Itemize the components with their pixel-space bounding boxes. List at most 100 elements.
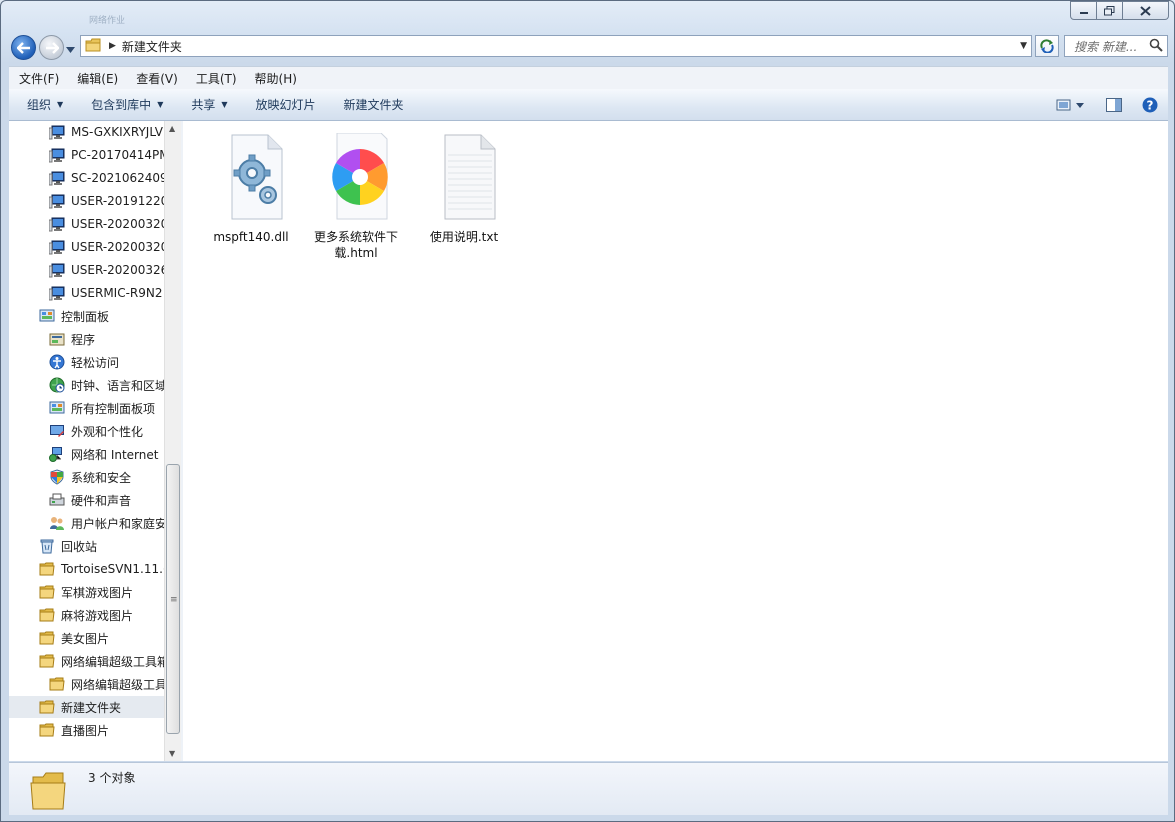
nav-item[interactable]: USER-20200320I (9, 236, 164, 258)
nav-item[interactable]: SC-20210624091 (9, 167, 164, 189)
menu-view[interactable]: 查看(V) (126, 70, 186, 87)
recent-pages-dropdown[interactable] (66, 42, 75, 56)
back-button[interactable] (11, 35, 36, 60)
nav-item-label: USERMIC-R9N2! (71, 286, 164, 300)
nav-item[interactable]: MS-GXKIXRYJLV (9, 121, 164, 143)
arrow-left-icon (16, 41, 30, 54)
chevron-down-icon (66, 47, 75, 53)
file-item[interactable]: 更多系统软件下载.html (306, 132, 406, 261)
close-icon (1140, 5, 1151, 16)
help-button[interactable]: ? (1142, 97, 1158, 113)
breadcrumb-separator-icon[interactable]: ▶ (109, 41, 116, 51)
users-icon (49, 515, 65, 531)
organize-label: 组织 (27, 98, 52, 112)
nav-item[interactable]: 用户帐户和家庭安 (9, 512, 164, 534)
address-dropdown-icon[interactable]: ▼ (1020, 41, 1027, 51)
file-name: mspft140.dll (213, 230, 289, 244)
arrow-right-icon (45, 41, 59, 54)
hardware-icon (49, 492, 65, 508)
nav-item[interactable]: USER-20200326\ (9, 259, 164, 281)
nav-item-label: 用户帐户和家庭安 (71, 516, 164, 531)
computer-icon (49, 193, 65, 209)
slideshow-label: 放映幻灯片 (255, 98, 316, 112)
explorer-window: 网络作业 ▶ 新建文件夹 ▼ 搜索 新建... 文件(F) 编辑(E) 查看(V… (0, 0, 1175, 822)
scroll-down-icon[interactable]: ▼ (169, 749, 175, 758)
forward-button[interactable] (39, 35, 64, 60)
nav-item-label: 轻松访问 (71, 355, 120, 370)
folder-icon (49, 676, 65, 692)
nav-item[interactable]: 网络和 Internet (9, 443, 164, 465)
file-item[interactable]: 使用说明.txt (414, 133, 514, 245)
change-view-button[interactable] (1056, 98, 1086, 112)
nav-item[interactable]: 网络编辑超级工具箱 (9, 650, 164, 672)
nav-item[interactable]: 网络编辑超级工具 (9, 673, 164, 695)
file-item[interactable]: mspft140.dll (201, 133, 301, 245)
nav-item[interactable]: 麻将游戏图片 (9, 604, 164, 626)
folder-icon (39, 607, 55, 623)
folder-icon (39, 699, 55, 715)
nav-item[interactable]: 硬件和声音 (9, 489, 164, 511)
nav-item-label: USER-20191220I (71, 194, 164, 208)
nav-item-label: 美女图片 (61, 631, 110, 646)
folder-icon (39, 630, 55, 646)
nav-item[interactable]: 时钟、语言和区域 (9, 374, 164, 396)
minimize-button[interactable] (1070, 1, 1097, 20)
search-placeholder: 搜索 新建... (1074, 39, 1138, 54)
search-icon[interactable] (1149, 38, 1163, 55)
close-button[interactable] (1123, 1, 1169, 20)
nav-item[interactable]: 系统和安全 (9, 466, 164, 488)
menu-file[interactable]: 文件(F) (9, 70, 67, 87)
nav-item-label: 麻将游戏图片 (61, 608, 134, 623)
scroll-up-icon[interactable]: ▲ (169, 124, 175, 133)
chevron-down-icon: ▼ (157, 100, 164, 109)
folder-icon (39, 653, 55, 669)
nav-item[interactable]: 程序 (9, 328, 164, 350)
breadcrumb-current[interactable]: 新建文件夹 (122, 38, 182, 55)
folder-icon (85, 38, 101, 55)
new-folder-button[interactable]: 新建文件夹 (330, 96, 418, 113)
search-input[interactable]: 搜索 新建... (1064, 35, 1168, 57)
nav-item-label: 网络编辑超级工具箱 (61, 654, 164, 669)
nav-item[interactable]: 控制面板 (9, 305, 164, 327)
address-bar[interactable]: ▶ 新建文件夹 ▼ (80, 35, 1032, 57)
include-in-library-button[interactable]: 包含到库中 ▼ (77, 96, 177, 113)
nav-item-label: PC-20170414PM (71, 148, 164, 162)
nav-item[interactable]: PC-20170414PM (9, 144, 164, 166)
menu-tools[interactable]: 工具(T) (186, 70, 245, 87)
browser-html-icon (323, 132, 389, 223)
nav-item[interactable]: 轻松访问 (9, 351, 164, 373)
text-file-icon (431, 133, 497, 223)
organize-button[interactable]: 组织 ▼ (9, 96, 77, 113)
scroll-thumb[interactable]: ≡ (166, 464, 180, 734)
nav-item-label: 网络编辑超级工具 (71, 677, 164, 692)
folder-icon (39, 722, 55, 738)
nav-item[interactable]: USER-20200320. (9, 213, 164, 235)
computer-icon (49, 262, 65, 278)
preview-pane-button[interactable] (1106, 97, 1122, 112)
nav-item[interactable]: USERMIC-R9N2! (9, 282, 164, 304)
network-icon (49, 446, 65, 462)
nav-item[interactable]: TortoiseSVN1.11.( (9, 558, 164, 580)
menu-edit[interactable]: 编辑(E) (67, 70, 126, 87)
refresh-button[interactable] (1035, 35, 1059, 57)
nav-item[interactable]: 回收站 (9, 535, 164, 557)
maximize-button[interactable] (1097, 1, 1123, 20)
nav-item-label: 程序 (71, 332, 96, 347)
include-in-library-label: 包含到库中 (91, 98, 152, 112)
minimize-icon (1079, 11, 1088, 14)
refresh-icon (1040, 39, 1054, 53)
nav-item[interactable]: USER-20191220I (9, 190, 164, 212)
nav-scrollbar[interactable]: ▲ ≡ ▼ (164, 121, 181, 761)
nav-item[interactable]: 军棋游戏图片 (9, 581, 164, 603)
nav-item[interactable]: 直播图片 (9, 719, 164, 741)
share-button[interactable]: 共享 ▼ (177, 96, 241, 113)
nav-item[interactable]: 外观和个性化 (9, 420, 164, 442)
nav-item-label: 硬件和声音 (71, 493, 132, 508)
nav-item[interactable]: 新建文件夹 (9, 696, 164, 718)
nav-item-label: 所有控制面板项 (71, 401, 156, 416)
nav-item[interactable]: 所有控制面板项 (9, 397, 164, 419)
slideshow-button[interactable]: 放映幻灯片 (242, 96, 330, 113)
menu-help[interactable]: 帮助(H) (245, 70, 305, 87)
nav-item[interactable]: 美女图片 (9, 627, 164, 649)
share-label: 共享 (191, 98, 216, 112)
